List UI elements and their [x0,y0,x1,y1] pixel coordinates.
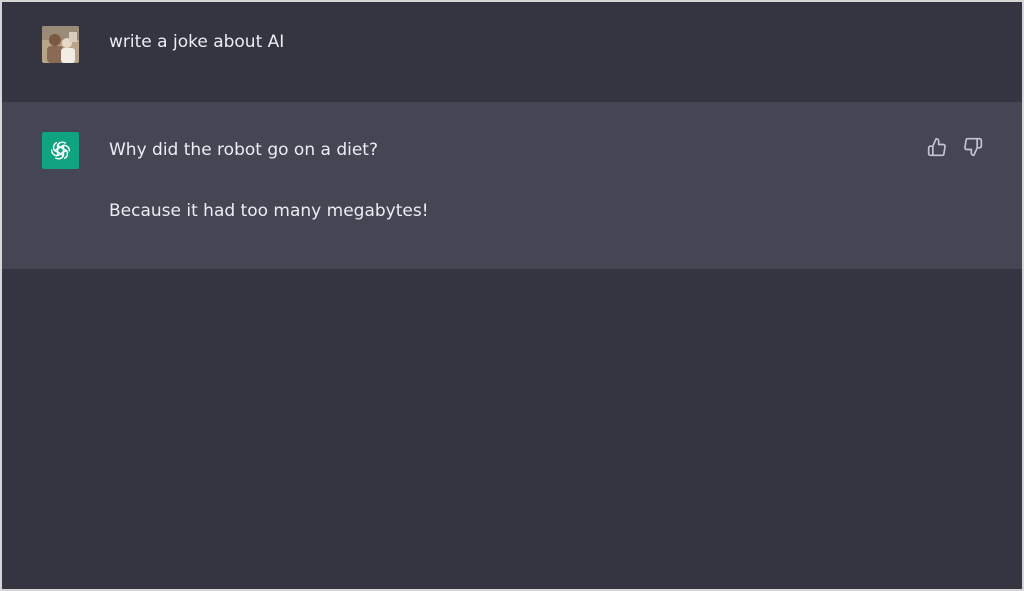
assistant-message-line: Because it had too many megabytes! [109,201,429,221]
assistant-message: Why did the robot go on a diet? Because … [2,102,1022,269]
user-avatar [42,26,79,63]
openai-logo-icon [50,141,71,160]
chat-window: write a joke about AI Why did the robot … [0,0,1024,591]
assistant-avatar [42,132,79,169]
thumbs-down-icon [964,137,983,157]
user-photo-avatar-icon [42,26,79,63]
user-message: write a joke about AI [2,2,1022,102]
thumbs-up-icon [927,137,946,157]
thumbs-down-button[interactable] [962,136,984,158]
assistant-message-line: Why did the robot go on a diet? [109,140,378,160]
feedback-buttons [926,136,984,158]
user-message-text: write a joke about AI [109,32,285,52]
thumbs-up-button[interactable] [926,136,948,158]
